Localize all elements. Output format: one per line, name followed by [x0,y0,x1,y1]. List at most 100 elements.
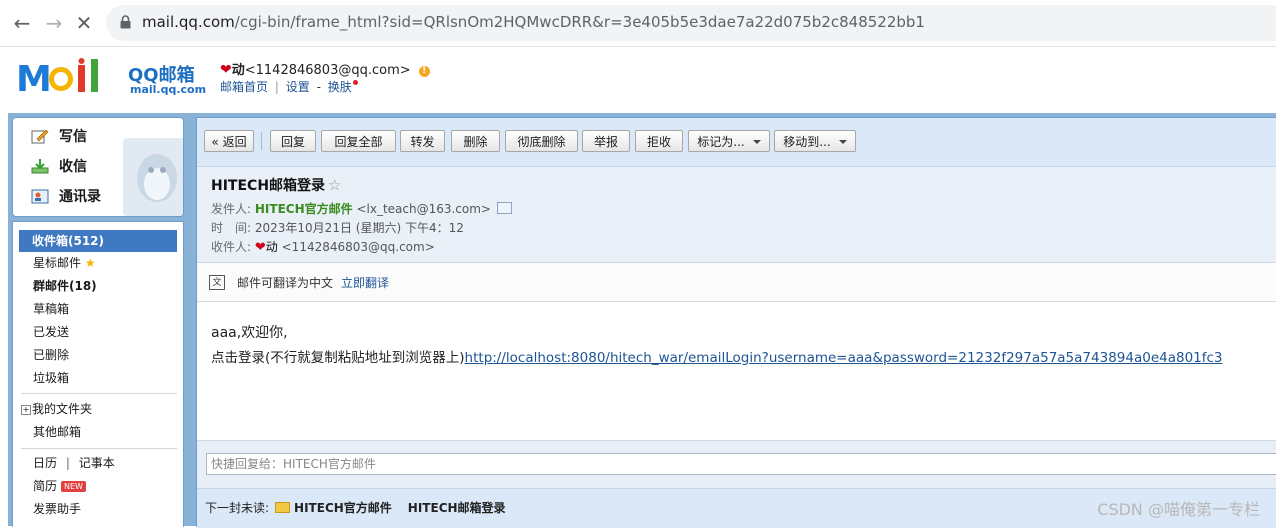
contacts-card-icon [31,189,49,204]
chevron-down-icon [838,140,847,144]
contact-card-icon[interactable] [497,202,512,214]
quick-reply-input[interactable]: 快捷回复给：HITECH官方邮件 [206,453,1276,475]
delete-forever-button[interactable]: 彻底删除 [505,130,578,152]
move-to-dropdown[interactable]: 移动到... [774,130,856,152]
translate-now-link[interactable]: 立即翻译 [341,276,389,290]
quick-reply-area: 快捷回复给：HITECH官方邮件 [197,440,1276,489]
reply-button[interactable]: 回复 [270,130,316,152]
mail-view: « 返回 回复 回复全部 转发 删除 彻底删除 举报 拒收 标记为... 移动到… [196,117,1276,528]
body-greeting: aaa,欢迎你, [211,325,288,341]
mail-home-link[interactable]: 邮箱首页 [220,80,268,94]
folder-list: 收件箱(512) 星标邮件 ★ 群邮件(18) 草稿箱 已发送 已删除 垃圾箱 … [12,221,184,527]
toolbar-separator [261,132,262,150]
contacts-button[interactable]: 通讯录 [31,186,101,208]
mail-subject-text: HITECH邮箱登录 [211,178,326,194]
user-email: <1142846803@qq.com> [244,63,411,78]
folder-inbox[interactable]: 收件箱(512) [19,230,177,252]
resume-link[interactable]: 简历 NEW [33,476,86,496]
mark-as-label: 标记为... [697,135,745,149]
login-link[interactable]: http://localhost:8080/hitech_war/emailLo… [465,350,1223,366]
mail-header: M QQ邮箱 mail.qq.com ❤动<1142846803@qq.com>… [0,47,1276,113]
inbox-download-icon [31,159,49,174]
translate-hint: 邮件可翻译为中文 [237,276,334,290]
folder-starred[interactable]: 星标邮件 ★ [33,253,96,273]
folder-sent-label: 已发送 [33,325,70,339]
csdn-watermark: CSDN @喵俺第一专栏 [1097,500,1260,519]
url-host: mail.qq.com [142,13,235,31]
url-path: /cgi-bin/frame_html?sid=QRlsnOm2HQMwcDRR… [234,13,925,31]
notification-dot [352,80,358,85]
delete-button[interactable]: 删除 [451,130,500,152]
receive-label: 收信 [59,159,87,175]
warning-icon[interactable]: ! [418,66,430,77]
contacts-label: 通讯录 [59,189,101,205]
folder-trash-label: 垃圾箱 [33,371,70,385]
tools-row: 日历 | 记事本 [33,453,115,473]
folder-trash[interactable]: 垃圾箱 [33,368,69,388]
mail-logo-mark: M [16,58,98,99]
next-unread-subject: HITECH邮箱登录 [407,501,506,515]
recipient-name[interactable]: 动 [266,240,278,254]
time-row: 时 间: 2023年10月21日 (星期六) 下午4：12 [211,219,464,236]
folder-group[interactable]: 群邮件(18) [33,276,97,296]
url-text: mail.qq.com/cgi-bin/frame_html?sid=QRlsn… [142,13,925,31]
notes-link[interactable]: 记事本 [79,456,115,470]
forward-arrow-icon[interactable]: → [42,11,66,35]
sender-name[interactable]: HITECH官方邮件 [255,202,353,216]
next-unread-sender: HITECH官方邮件 [294,501,392,515]
recipient-row: 收件人: ❤动 <1142846803@qq.com> [211,238,435,255]
send-helper-link[interactable]: 发票助手 [33,499,81,519]
browser-toolbar: ← → ✕ mail.qq.com/cgi-bin/frame_html?sid… [0,0,1276,47]
recipient-label: 收件人: [211,240,252,254]
compose-pen-icon [31,129,49,144]
report-button[interactable]: 举报 [582,130,630,152]
receive-button[interactable]: 收信 [31,156,87,178]
expand-plus-icon[interactable]: + [21,405,31,415]
body-instruction: 点击登录(不行就复制粘贴地址到浏览器上) [211,350,465,366]
folder-divider [21,448,177,449]
reject-button[interactable]: 拒收 [635,130,683,152]
translate-icon: 文 [209,275,225,290]
chevron-down-icon [752,140,761,144]
back-button[interactable]: « 返回 [204,130,254,152]
mail-body: aaa,欢迎你, 点击登录(不行就复制粘贴地址到浏览器上)http://loca… [197,302,1276,438]
folder-sent[interactable]: 已发送 [33,322,69,342]
folder-other-mail[interactable]: 其他邮箱 [33,422,81,442]
next-unread[interactable]: 下一封未读: HITECH官方邮件 HITECH邮箱登录 [205,499,506,516]
svg-text:M: M [16,59,52,99]
folder-drafts-label: 草稿箱 [33,302,70,316]
folder-divider [21,393,177,394]
resume-label: 简历 [33,479,58,493]
heart-icon: ❤ [220,62,232,78]
folder-my-folders-label: 我的文件夹 [32,402,93,416]
mail-toolbar: « 返回 回复 回复全部 转发 删除 彻底删除 举报 拒收 标记为... 移动到… [197,118,1276,167]
folder-group-label: 群邮件(18) [33,279,97,293]
forward-button[interactable]: 转发 [400,130,445,152]
star-outline-icon[interactable]: ☆ [328,176,341,194]
stop-loading-icon[interactable]: ✕ [72,11,96,35]
folder-my-folders[interactable]: + 我的文件夹 [21,399,92,419]
sender-email: <lx_teach@163.com> [356,202,491,216]
star-icon: ★ [84,256,96,270]
folder-inbox-label: 收件箱(512) [32,234,105,248]
compose-button[interactable]: 写信 [31,126,87,148]
change-skin-link[interactable]: 换肤 [328,80,352,94]
address-bar[interactable]: mail.qq.com/cgi-bin/frame_html?sid=QRlsn… [106,5,1276,41]
back-arrow-icon[interactable]: ← [10,11,34,35]
settings-link[interactable]: 设置 [286,80,310,94]
folder-deleted[interactable]: 已删除 [33,345,69,365]
tools-divider: | [65,456,70,470]
new-badge: NEW [61,481,86,492]
envelope-icon [275,502,291,513]
translate-bar: 文 邮件可翻译为中文 立即翻译 [197,263,1276,302]
penguin-watermark-icon [123,138,183,216]
body-login-line: 点击登录(不行就复制粘贴地址到浏览器上)http://localhost:808… [211,346,1223,366]
reply-all-button[interactable]: 回复全部 [321,130,396,152]
mark-as-dropdown[interactable]: 标记为... [688,130,770,152]
calendar-link[interactable]: 日历 [33,456,57,470]
user-links: 邮箱首页 | 设置 - 换肤 [220,78,358,95]
sender-label: 发件人: [211,202,252,216]
user-nickname: 动 [231,63,245,78]
qq-mail-logo[interactable]: M QQ邮箱 mail.qq.com [16,57,216,99]
folder-drafts[interactable]: 草稿箱 [33,299,69,319]
